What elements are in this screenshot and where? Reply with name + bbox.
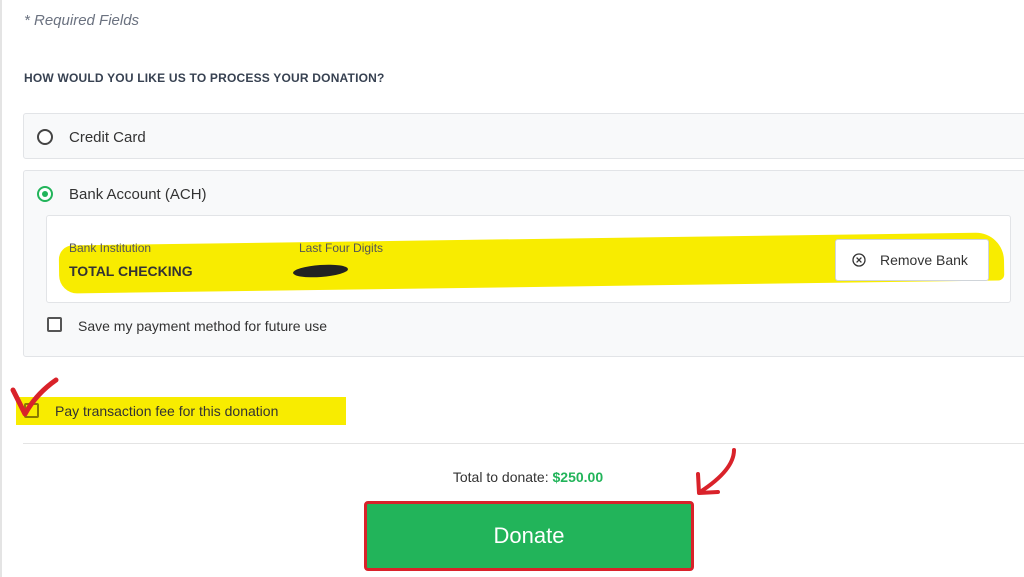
- last-four-digits-label: Last Four Digits: [299, 241, 384, 255]
- total-amount: $250.00: [552, 469, 604, 485]
- section-divider: [23, 443, 1024, 444]
- save-payment-label: Save my payment method for future use: [78, 318, 328, 334]
- credit-card-label: Credit Card: [69, 129, 146, 146]
- bank-account-option[interactable]: Bank Account (ACH) Bank Institution TOTA…: [23, 170, 1024, 357]
- required-fields-note: * Required Fields: [24, 12, 140, 29]
- total-to-donate: Total to donate: $250.00: [0, 469, 1024, 485]
- left-border: [0, 0, 2, 577]
- payment-question-heading: HOW WOULD YOU LIKE US TO PROCESS YOUR DO…: [24, 71, 385, 85]
- bank-institution-value: TOTAL CHECKING: [69, 263, 193, 279]
- bank-account-radio[interactable]: [37, 186, 53, 202]
- bank-institution-label: Bank Institution: [69, 241, 152, 255]
- bank-account-label: Bank Account (ACH): [69, 186, 207, 203]
- credit-card-option[interactable]: Credit Card: [23, 113, 1024, 159]
- bank-details-card: Bank Institution TOTAL CHECKING Last Fou…: [46, 215, 1011, 303]
- remove-bank-label: Remove Bank: [880, 252, 968, 268]
- red-arrow-annotation: [696, 448, 736, 495]
- remove-bank-button[interactable]: Remove Bank: [835, 239, 989, 281]
- red-checkmark-annotation: [10, 377, 59, 417]
- circle-x-icon: [852, 253, 866, 267]
- save-payment-checkbox[interactable]: [47, 317, 62, 332]
- credit-card-radio[interactable]: [37, 129, 53, 145]
- total-label: Total to donate:: [452, 469, 549, 485]
- donate-button[interactable]: Donate: [364, 501, 694, 571]
- transaction-fee-label: Pay transaction fee for this donation: [55, 403, 279, 419]
